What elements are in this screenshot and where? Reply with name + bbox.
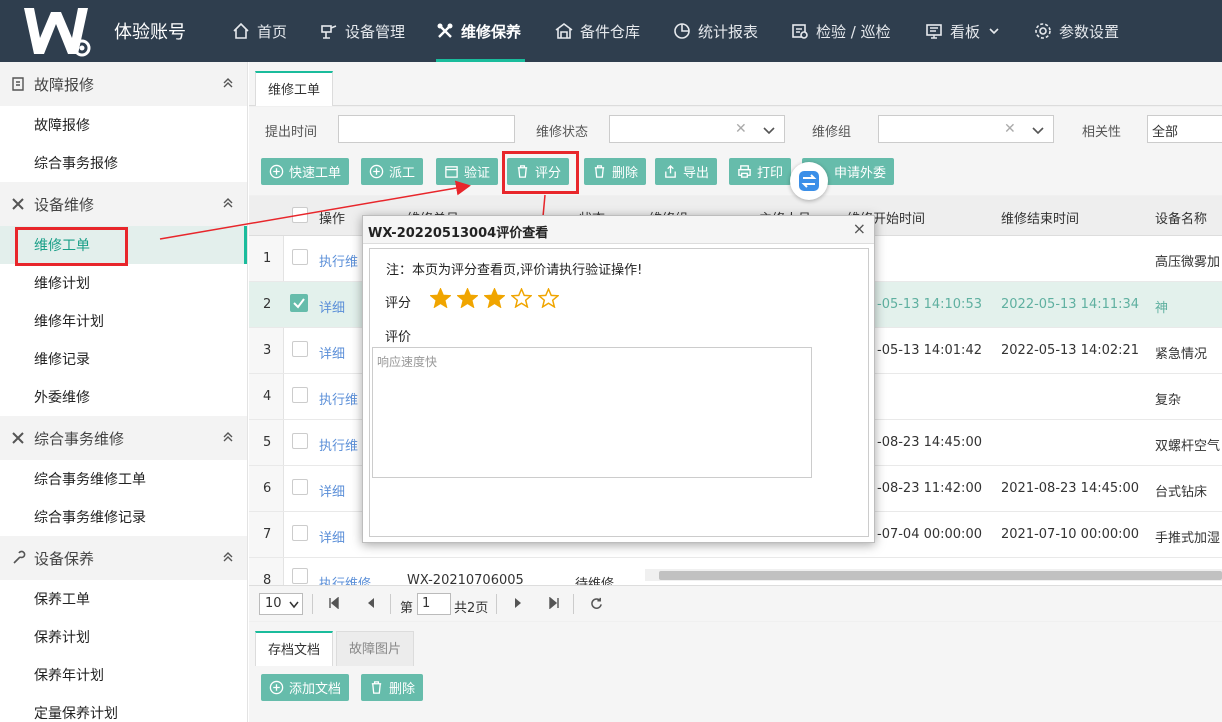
close-icon[interactable]: × [853,219,866,238]
rating-dialog: WX-20220513004评价查看 × 注：本页为评分查看页,评价请执行验证操… [362,215,875,543]
dialog-title: WX-20220513004评价查看 [368,226,549,241]
swap-icon [799,171,819,191]
star-empty-icon[interactable] [538,288,559,308]
star-empty-icon[interactable] [511,288,532,308]
floating-sync-button[interactable] [790,162,828,200]
dialog-header: WX-20220513004评价查看 × [363,216,874,244]
dialog-note: 注：本页为评分查看页,评价请执行验证操作! [386,263,643,278]
star-rating[interactable] [430,288,559,308]
star-filled-icon[interactable] [457,288,478,308]
star-filled-icon[interactable] [430,288,451,308]
dialog-body: 注：本页为评分查看页,评价请执行验证操作! 评分 评价 响应速度快 [369,248,869,537]
comment-label: 评价 [385,330,412,345]
score-label: 评分 [385,296,412,311]
star-filled-icon[interactable] [484,288,505,308]
comment-textarea[interactable]: 响应速度快 [372,347,812,478]
